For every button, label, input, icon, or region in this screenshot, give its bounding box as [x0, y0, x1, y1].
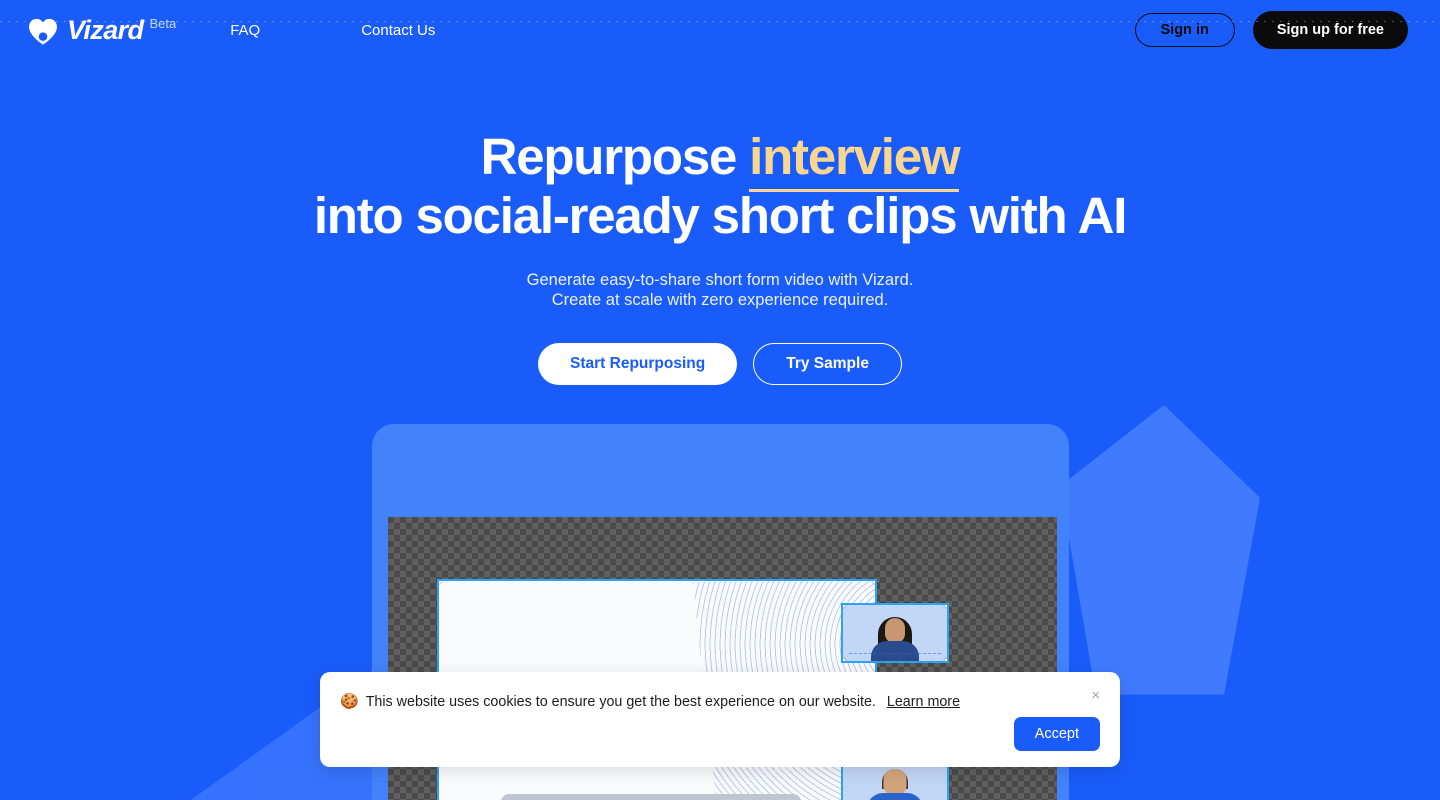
person-face: [885, 618, 905, 643]
person-face: [883, 769, 907, 795]
close-icon[interactable]: ×: [1087, 684, 1104, 707]
person-body: [867, 793, 923, 800]
slide-toolbar-strip: [501, 794, 801, 800]
facecam-overlay-selected[interactable]: [841, 603, 949, 663]
person-body: [871, 641, 919, 661]
facecam-handle-bottom-right[interactable]: [944, 658, 947, 661]
primary-nav: FAQ Contact Us: [230, 14, 435, 47]
brand-logo-link[interactable]: Vizard Beta: [28, 15, 176, 45]
learn-more-link[interactable]: Learn more: [887, 692, 960, 712]
cookie-icon: 🍪: [340, 693, 359, 710]
sign-up-button[interactable]: Sign up for free: [1252, 11, 1408, 49]
nav-link-contact-us[interactable]: Contact Us: [361, 14, 435, 47]
brand-mark: Vizard: [28, 15, 144, 45]
sign-in-button[interactable]: Sign in: [1134, 13, 1235, 47]
facecam-handle-top-right[interactable]: [944, 605, 947, 608]
facecam-dashed-guide: [849, 653, 941, 654]
subhead-line-2: Create at scale with zero experience req…: [551, 291, 889, 309]
hero-section: Repurpose interview into social-ready sh…: [0, 127, 1440, 385]
headline-line-2: into social-ready short clips with AI: [313, 187, 1128, 244]
cookie-message-text: This website uses cookies to ensure you …: [365, 694, 876, 710]
header-dotted-guide: [0, 21, 1440, 22]
header-actions: Sign in Sign up for free: [1134, 11, 1408, 49]
cookie-message: 🍪 This website uses cookies to ensure yo…: [340, 692, 960, 712]
headline-prefix: Repurpose: [480, 128, 750, 185]
nav-link-faq[interactable]: FAQ: [230, 14, 361, 47]
brand-name: Vizard: [67, 15, 144, 45]
brand-beta-badge: Beta: [149, 16, 177, 31]
site-header: Vizard Beta FAQ Contact Us Sign in Sign …: [0, 0, 1440, 60]
facecam-handle-top-left[interactable]: [843, 605, 846, 608]
accept-cookies-button[interactable]: Accept: [1013, 717, 1100, 751]
try-sample-button[interactable]: Try Sample: [753, 343, 902, 385]
resize-handle-top-left[interactable]: [439, 581, 442, 584]
headline-accent-word: interview: [749, 128, 961, 192]
facecam-handle-bottom-left[interactable]: [843, 658, 846, 661]
page-title: Repurpose interview into social-ready sh…: [0, 127, 1440, 245]
hero-cta-row: Start Repurposing Try Sample: [0, 343, 1440, 385]
hero-subheadline: Generate easy-to-share short form video …: [0, 270, 1440, 310]
start-repurposing-button[interactable]: Start Repurposing: [538, 343, 738, 385]
cookie-consent-banner: 🍪 This website uses cookies to ensure yo…: [320, 672, 1120, 767]
decor-pentagon-shape: [1060, 405, 1260, 695]
subhead-line-1: Generate easy-to-share short form video …: [526, 271, 914, 289]
